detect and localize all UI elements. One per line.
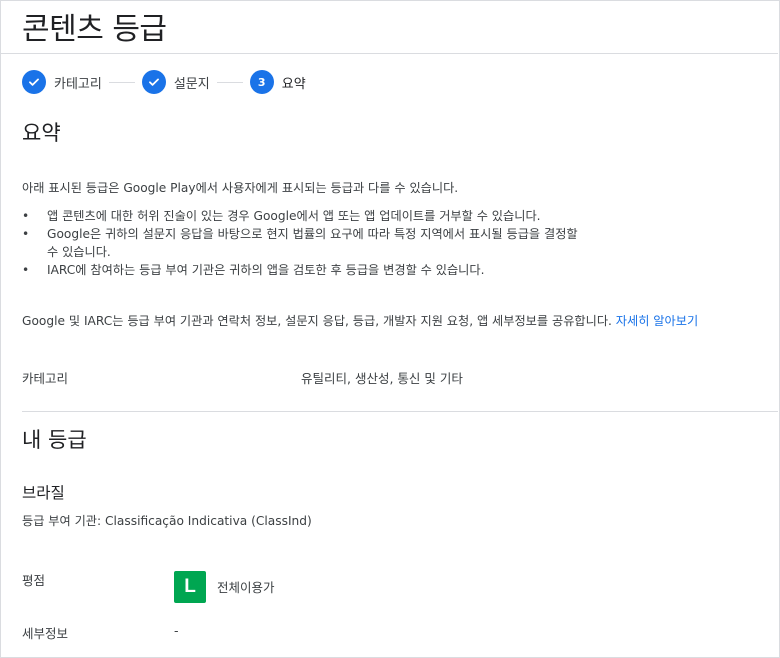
rating-badge-icon: L [174,571,206,603]
step-summary[interactable]: 3 요약 [249,70,306,94]
category-value: 유틸리티, 생산성, 통신 및 기타 [301,371,463,386]
step-questionnaire[interactable]: 설문지 [141,70,210,94]
step-category[interactable]: 카테고리 [22,70,102,94]
rating-label: 평점 [22,573,46,588]
learn-more-link[interactable]: 자세히 알아보기 [616,314,698,328]
category-label: 카테고리 [22,371,69,386]
sharing-text: Google 및 IARC는 등급 부여 기관과 연락처 정보, 설문지 응답,… [22,314,612,328]
header-divider [0,53,778,54]
details-label: 세부정보 [22,626,69,641]
check-icon [141,70,166,94]
list-item: IARC에 참여하는 등급 부여 기관은 귀하의 앱을 검토한 후 등급을 변경… [22,261,582,279]
check-icon [22,70,46,94]
step-connector [216,81,243,83]
list-item: Google은 귀하의 설문지 응답을 바탕으로 현지 법률의 요구에 따라 특… [22,225,582,261]
my-rating-title: 내 등급 [22,428,87,452]
rating-authority: 등급 부여 기관: Classificação Indicativa (Clas… [22,514,312,528]
stepper: 카테고리 설문지 3 요약 [22,69,306,95]
summary-intro: 아래 표시된 등급은 Google Play에서 사용자에게 표시되는 등급과 … [22,181,459,195]
summary-title: 요약 [22,121,61,145]
sharing-notice: Google 및 IARC는 등급 부여 기관과 연락처 정보, 설문지 응답,… [22,312,698,330]
section-divider [22,411,778,412]
summary-bullets: 앱 콘텐츠에 대한 허위 진술이 있는 경우 Google에서 앱 또는 앱 업… [22,207,582,279]
rating-value: 전체이용가 [217,580,275,595]
step-label-questionnaire: 설문지 [173,76,210,92]
step-connector [108,81,135,83]
step-label-summary: 요약 [281,76,306,92]
step-number-badge: 3 [249,70,274,94]
page-title: 콘텐츠 등급 [22,12,167,47]
details-value: - [174,623,179,638]
list-item: 앱 콘텐츠에 대한 허위 진술이 있는 경우 Google에서 앱 또는 앱 업… [22,207,582,225]
country-name: 브라질 [22,484,65,502]
step-label-category: 카테고리 [54,76,102,92]
